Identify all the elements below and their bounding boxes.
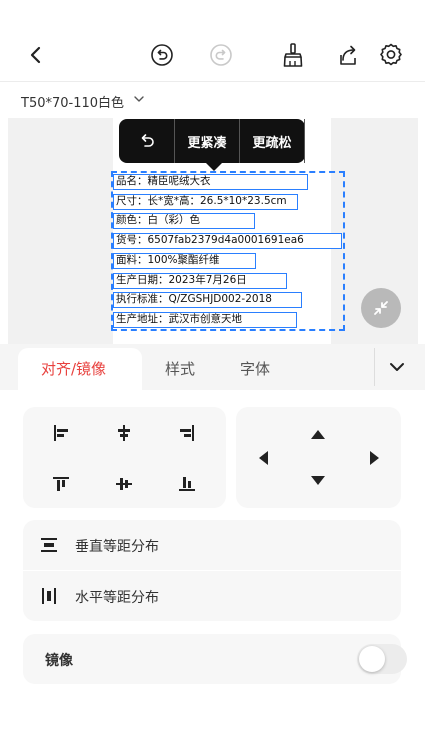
tab-divider: [374, 348, 375, 386]
popup-undo-button[interactable]: [119, 119, 175, 163]
align-bottom-icon[interactable]: [175, 472, 199, 496]
arrow-down-icon[interactable]: [310, 474, 326, 486]
redo-icon: [210, 44, 232, 66]
mirror-toggle[interactable]: [357, 644, 407, 674]
toggle-knob: [359, 646, 385, 672]
tab-style[interactable]: 样式: [165, 358, 195, 379]
undo-button[interactable]: [145, 38, 179, 72]
arrow-up-icon[interactable]: [310, 429, 326, 441]
tighter-button[interactable]: 更紧凑: [175, 119, 240, 163]
gear-icon: [380, 43, 402, 66]
spacing-popup-menu: 更紧凑 更疏松: [119, 119, 305, 171]
distribute-horizontal-label: 水平等距分布: [75, 590, 159, 606]
back-button[interactable]: [19, 38, 53, 72]
chevron-down-icon[interactable]: [387, 357, 407, 377]
looser-button[interactable]: 更疏松: [240, 119, 305, 163]
template-selector[interactable]: T50*70-110白色: [0, 82, 425, 118]
share-icon: [340, 45, 356, 65]
distribute-horizontal-row[interactable]: 水平等距分布: [23, 571, 401, 621]
align-center-horizontal-icon[interactable]: [112, 421, 136, 445]
label-field-name[interactable]: 品名：精臣呢绒大衣: [113, 174, 308, 190]
mirror-row: 镜像: [23, 634, 407, 684]
nudge-card: [236, 407, 401, 508]
distribute-horizontal-icon: [42, 588, 56, 604]
share-button[interactable]: [331, 38, 365, 72]
clear-button[interactable]: [276, 38, 310, 72]
label-field-sku[interactable]: 货号：6507fab2379d4a0001691ea6: [113, 233, 342, 249]
align-top-icon[interactable]: [49, 472, 73, 496]
settings-button[interactable]: [374, 38, 408, 72]
align-right-icon[interactable]: [175, 421, 199, 445]
distribute-vertical-row[interactable]: 垂直等距分布: [23, 520, 401, 570]
label-field-color[interactable]: 颜色：白（彩）色: [113, 213, 255, 229]
collapse-canvas-button[interactable]: [361, 288, 401, 328]
property-tabs: 对齐/镜像 样式 字体: [0, 344, 425, 390]
label-field-size[interactable]: 尺寸：长*宽*高：26.5*10*23.5cm: [113, 194, 298, 210]
redo-button[interactable]: [204, 38, 238, 72]
mirror-label: 镜像: [45, 653, 73, 669]
chevron-left-icon: [30, 46, 41, 64]
undo-icon: [151, 44, 173, 66]
align-panel: 垂直等距分布 水平等距分布 镜像: [0, 390, 425, 750]
arrow-left-icon[interactable]: [258, 450, 270, 466]
template-name: T50*70-110白色: [21, 96, 125, 111]
label-field-material[interactable]: 面料：100%聚酯纤维: [113, 253, 256, 269]
distribute-vertical-label: 垂直等距分布: [75, 539, 159, 555]
tab-font[interactable]: 字体: [240, 358, 270, 379]
distribute-vertical-icon: [41, 538, 57, 552]
label-field-date[interactable]: 生产日期：2023年7月26日: [113, 273, 287, 289]
broom-icon: [283, 43, 303, 67]
alignment-card: [23, 407, 226, 508]
label-field-standard[interactable]: 执行标准：Q/ZGSHJD002-2018: [113, 292, 302, 308]
shrink-icon: [374, 301, 388, 315]
arrow-right-icon[interactable]: [368, 450, 380, 466]
undo-icon: [141, 134, 154, 147]
label-field-address[interactable]: 生产地址：武汉市创意天地: [113, 312, 297, 328]
tab-align-mirror[interactable]: 对齐/镜像: [41, 358, 106, 379]
popup-arrow: [205, 162, 223, 171]
top-toolbar: [0, 0, 425, 82]
align-center-vertical-icon[interactable]: [112, 472, 136, 496]
align-left-icon[interactable]: [49, 421, 73, 445]
chevron-down-icon: [134, 96, 144, 102]
